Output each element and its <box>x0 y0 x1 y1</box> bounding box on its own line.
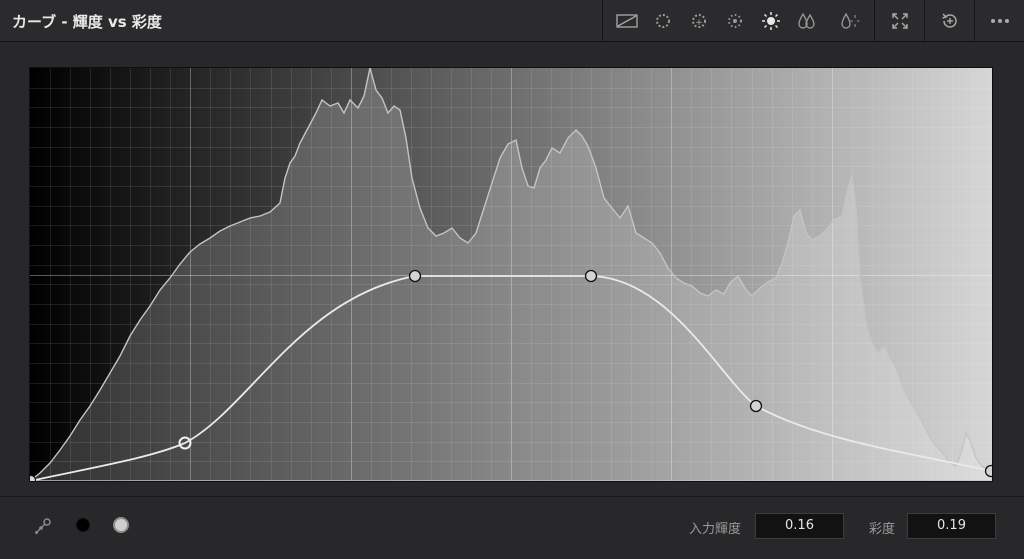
curve-point-2[interactable] <box>408 269 422 283</box>
input-luminance-field[interactable]: 0.16 <box>755 513 844 539</box>
curve-graph[interactable] <box>30 68 992 481</box>
toolbar: + <box>602 0 1024 42</box>
drops-sparkle-icon[interactable] <box>833 0 865 42</box>
drops-icon[interactable] <box>791 0 823 42</box>
reset-icon[interactable] <box>934 0 966 42</box>
lum-dots-icon[interactable] <box>647 0 679 42</box>
sun-icon[interactable] <box>755 0 787 42</box>
more-icon[interactable] <box>984 0 1016 42</box>
curve-icon[interactable] <box>611 0 643 42</box>
curve-svg <box>30 68 992 481</box>
input-luminance-label: 入力輝度 <box>689 522 742 537</box>
toolbar-expand-group <box>874 0 925 42</box>
panel-header: カーブ - 輝度 vs 彩度 + <box>0 0 1024 42</box>
toolbar-mode-group: + <box>602 0 875 42</box>
curve-point-3[interactable] <box>584 269 598 283</box>
white-swatch[interactable] <box>113 517 129 533</box>
curve-point-5[interactable] <box>984 464 993 478</box>
curve-point-4[interactable] <box>749 399 763 413</box>
saturation-field[interactable]: 0.19 <box>907 513 996 539</box>
expand-icon[interactable] <box>884 0 916 42</box>
svg-text:+: + <box>695 18 703 28</box>
toolbar-more-group <box>974 0 1024 42</box>
lum-dots-plus-icon[interactable]: + <box>683 0 715 42</box>
panel-title: カーブ - 輝度 vs 彩度 <box>12 13 162 31</box>
black-swatch[interactable] <box>76 518 90 532</box>
lum-dots-minus-icon[interactable] <box>719 0 751 42</box>
toolbar-reset-group <box>924 0 975 42</box>
saturation-label: 彩度 <box>869 522 896 537</box>
eyedropper-icon[interactable] <box>33 516 53 536</box>
